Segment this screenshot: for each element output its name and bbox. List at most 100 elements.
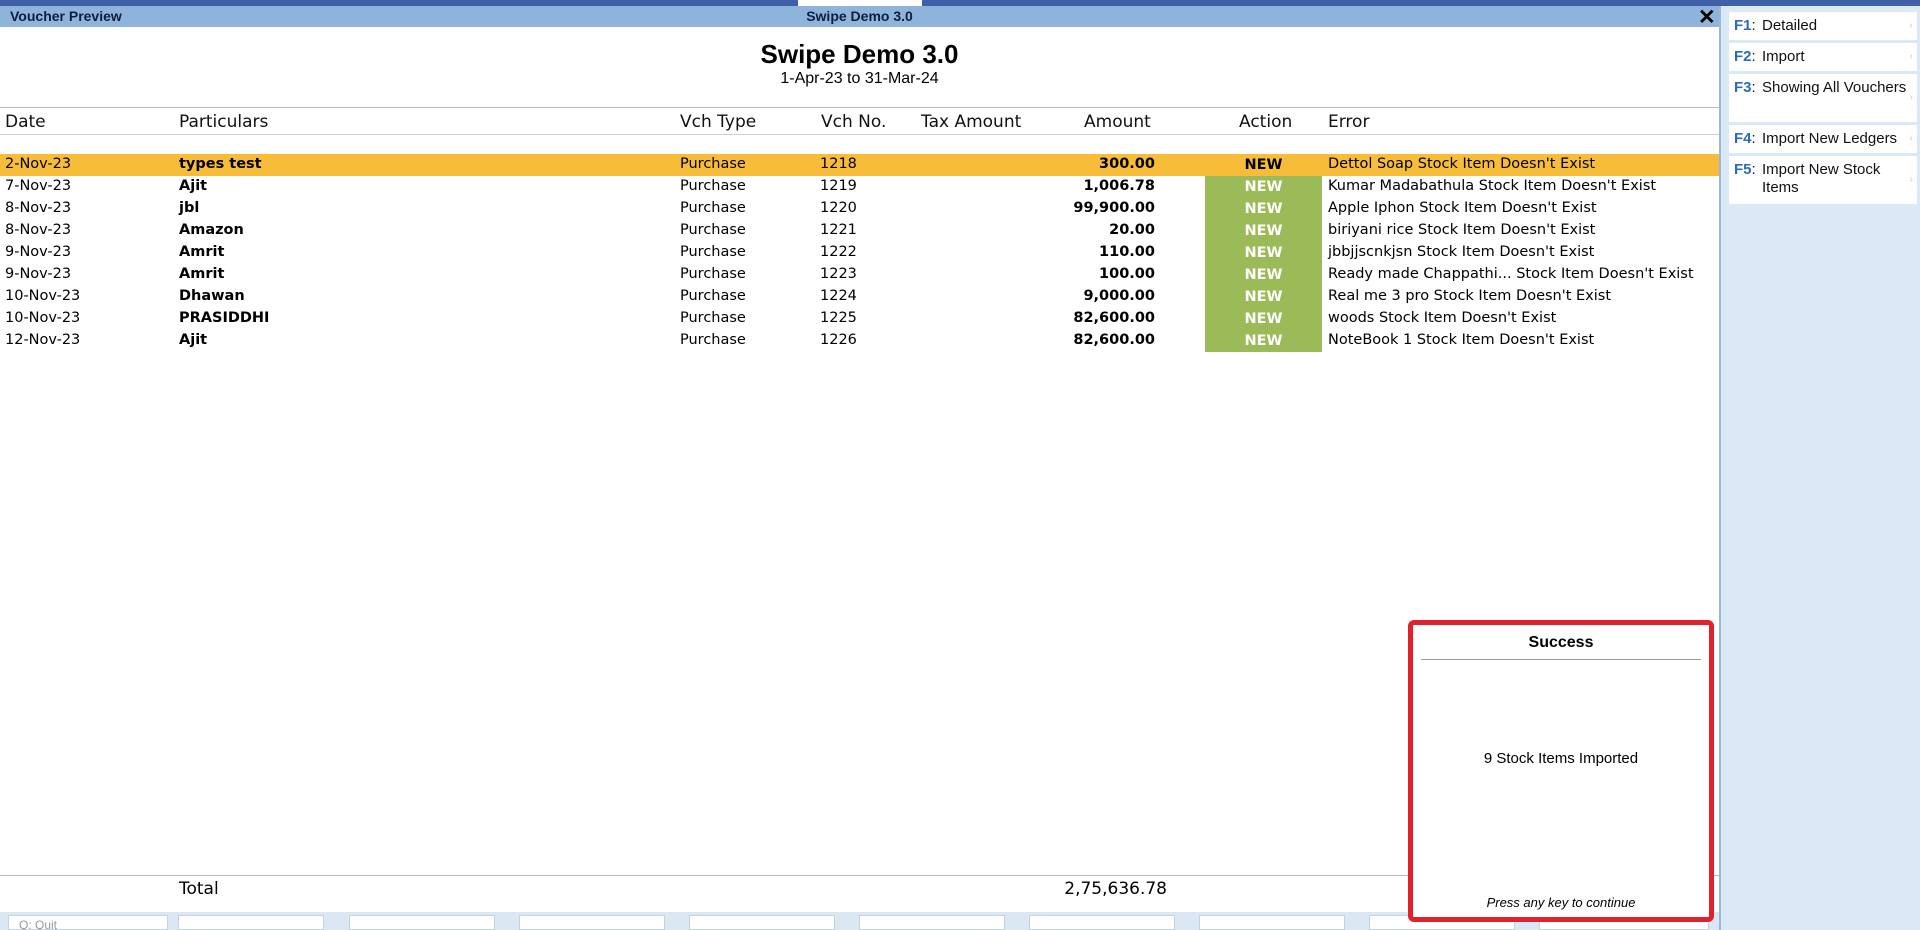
row-date: 9-Nov-23 (5, 266, 72, 282)
chevron-left-icon: ‹ (1909, 133, 1913, 144)
action-badge: NEW (1205, 330, 1322, 352)
table-row[interactable]: 10-Nov-23 Dhawan Purchase 1224 9,000.00 NEW Re… (0, 286, 1719, 308)
row-particulars: jbl (179, 200, 200, 216)
action-badge: NEW (1205, 286, 1322, 308)
bottom-button[interactable] (349, 915, 495, 930)
dialog-title: Success (1528, 634, 1594, 651)
row-error: Apple Iphon Stock Item Doesn't Exist (1328, 200, 1597, 216)
button-sidebar: F1: Detailed ‹ F2: Import ‹ F3: Showing … (1719, 6, 1920, 930)
row-particulars: PRASIDDHI (179, 310, 270, 326)
divider (0, 107, 1719, 108)
sidebar-button-import-new-ledgers[interactable]: F4: Import New Ledgers ‹ (1729, 125, 1917, 153)
table-row[interactable]: 10-Nov-23 PRASIDDHI Purchase 1225 82,600.00 N… (0, 308, 1719, 330)
bottom-button[interactable] (1029, 915, 1175, 930)
column-header-vch-no: Vch No. (821, 112, 887, 132)
row-amount: 100.00 (1099, 266, 1155, 282)
row-vch-no: 1225 (820, 310, 857, 326)
action-badge: NEW (1205, 198, 1322, 220)
action-badge: NEW (1244, 157, 1283, 173)
row-vch-type: Purchase (680, 310, 746, 326)
sidebar-button-showing-all-vouchers[interactable]: F3: Showing All Vouchers › (1729, 74, 1917, 122)
row-error: Ready made Chappathi... Stock Item Doesn… (1328, 266, 1694, 282)
row-amount: 300.00 (1099, 156, 1155, 172)
row-particulars: Amazon (179, 222, 244, 238)
table-row[interactable]: 9-Nov-23 Amrit Purchase 1223 100.00 NEW Ready … (0, 264, 1719, 286)
dialog-message: 9 Stock Items Imported (1483, 750, 1639, 767)
table-row[interactable]: 8-Nov-23 Amazon Purchase 1221 20.00 NEW biriya… (0, 220, 1719, 242)
column-header-tax-amount: Tax Amount (921, 112, 1022, 132)
shortcut-key: F5: (1734, 161, 1756, 178)
row-amount: 110.00 (1099, 244, 1155, 260)
row-particulars: Ajit (179, 332, 208, 348)
action-badge: NEW (1205, 220, 1322, 242)
row-vch-no: 1222 (820, 244, 857, 260)
row-vch-no: 1223 (820, 266, 857, 282)
column-header-error: Error (1328, 112, 1370, 132)
sidebar-button-label: Import New Stock Items (1762, 161, 1881, 196)
sidebar-button-import-new-stock-items[interactable]: F5: Import New Stock Items › (1729, 156, 1917, 204)
row-vch-type: Purchase (680, 178, 746, 194)
title-bar: Voucher Preview Swipe Demo 3.0 ✕ (0, 6, 1719, 29)
row-error: woods Stock Item Doesn't Exist (1328, 310, 1557, 326)
report-period: 1-Apr-23 to 31-Mar-24 (780, 70, 939, 87)
chevron-left-icon: ‹ (1909, 51, 1913, 62)
action-badge: NEW (1205, 176, 1322, 198)
voucher-table: 2-Nov-23 types test Purchase 1218 300.00 NEW D… (0, 154, 1719, 352)
row-amount: 99,900.00 (1073, 200, 1155, 216)
row-amount: 1,006.78 (1083, 178, 1155, 194)
column-header-vch-type: Vch Type (680, 112, 757, 132)
row-vch-type: Purchase (680, 266, 746, 282)
chevron-left-icon: ‹ (1909, 20, 1913, 31)
bottom-button[interactable] (519, 915, 665, 930)
bottom-button[interactable] (1199, 915, 1345, 930)
bottom-button[interactable] (689, 915, 835, 930)
row-date: 2-Nov-23 (5, 156, 72, 172)
row-error: biriyani rice Stock Item Doesn't Exist (1328, 222, 1596, 238)
table-row[interactable]: 12-Nov-23 Ajit Purchase 1226 82,600.00 NEW Not… (0, 330, 1719, 352)
success-dialog[interactable]: Success 9 Stock Items Imported Press any… (1408, 620, 1714, 922)
column-header-action: Action (1239, 112, 1293, 132)
row-error: Kumar Madabathula Stock Item Doesn't Exi… (1328, 178, 1657, 194)
row-error: NoteBook 1 Stock Item Doesn't Exist (1328, 332, 1595, 348)
row-vch-no: 1220 (820, 200, 857, 216)
row-vch-no: 1219 (820, 178, 857, 194)
quit-button-label: Q: Quit (19, 918, 58, 930)
row-vch-type: Purchase (680, 288, 746, 304)
row-date: 9-Nov-23 (5, 244, 72, 260)
action-badge: NEW (1205, 242, 1322, 264)
shortcut-key: F1: (1734, 17, 1756, 34)
shortcut-key: F2: (1734, 48, 1756, 65)
row-vch-type: Purchase (680, 222, 746, 238)
total-label: Total (179, 879, 219, 899)
sidebar-button-detailed[interactable]: F1: Detailed ‹ (1729, 12, 1917, 40)
action-badge: NEW (1205, 264, 1322, 286)
total-amount: 2,75,636.78 (1064, 879, 1167, 899)
table-row[interactable]: 8-Nov-23 jbl Purchase 1220 99,900.00 NEW Apple… (0, 198, 1719, 220)
shortcut-key: F4: (1734, 130, 1756, 147)
chevron-right-icon: › (1909, 174, 1913, 185)
row-date: 7-Nov-23 (5, 178, 72, 194)
row-vch-type: Purchase (680, 244, 746, 260)
row-date: 8-Nov-23 (5, 222, 72, 238)
company-title-bar: Swipe Demo 3.0 (806, 8, 913, 24)
sidebar-button-import[interactable]: F2: Import ‹ (1729, 43, 1917, 71)
column-header-particulars: Particulars (179, 112, 269, 132)
table-row[interactable]: 7-Nov-23 Ajit Purchase 1219 1,006.78 NEW Kumar… (0, 176, 1719, 198)
row-amount: 20.00 (1109, 222, 1155, 238)
row-particulars: types test (179, 156, 262, 172)
row-vch-no: 1221 (820, 222, 857, 238)
row-error: Real me 3 pro Stock Item Doesn't Exist (1328, 288, 1612, 304)
bottom-button[interactable] (859, 915, 1005, 930)
row-date: 10-Nov-23 (5, 310, 81, 326)
dialog-hint: Press any key to continue (1486, 895, 1636, 910)
table-row[interactable]: 9-Nov-23 Amrit Purchase 1222 110.00 NEW jbbjjs… (0, 242, 1719, 264)
row-particulars: Amrit (179, 244, 225, 260)
quit-button[interactable]: Q: Quit (8, 915, 168, 930)
bottom-button[interactable] (178, 915, 324, 930)
table-row[interactable]: 2-Nov-23 types test Purchase 1218 300.00 NEW D… (0, 154, 1719, 176)
row-particulars: Ajit (179, 178, 208, 194)
shortcut-key: F3: (1734, 79, 1756, 96)
sidebar-button-label: Showing All Vouchers (1762, 79, 1907, 96)
row-date: 12-Nov-23 (5, 332, 81, 348)
row-vch-type: Purchase (680, 332, 746, 348)
